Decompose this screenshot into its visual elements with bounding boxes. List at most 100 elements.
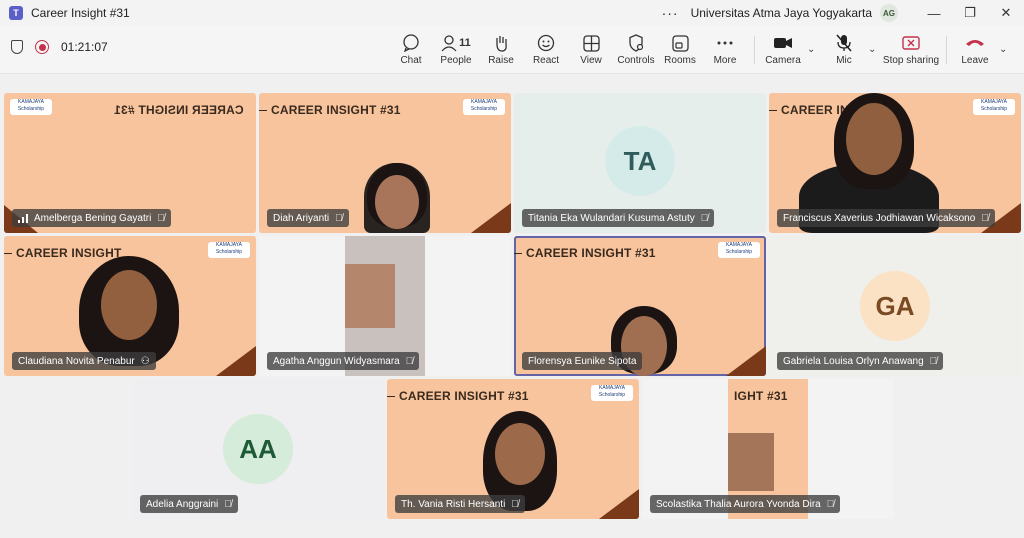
- banner-line: [514, 253, 522, 254]
- people-icon: [441, 35, 457, 52]
- participant-name: Florensya Eunike Sipota: [528, 355, 637, 367]
- react-button[interactable]: React: [523, 32, 569, 66]
- participant-tile[interactable]: GA Gabriela Louisa Orlyn Anawang 🎙̸: [769, 236, 1021, 376]
- mic-off-icon: 🎙̸: [981, 212, 989, 224]
- participant-name-chip: Titania Eka Wulandari Kusuma Astuty 🎙̸: [522, 209, 715, 227]
- mic-off-icon: 🎙̸: [405, 355, 414, 367]
- participant-name: Franciscus Xaverius Jodhiawan Wicaksono: [783, 212, 976, 224]
- banner-line: [387, 396, 395, 397]
- account-avatar[interactable]: AG: [880, 4, 898, 22]
- more-options-icon[interactable]: ···: [662, 5, 679, 21]
- leave-options-chevron-icon[interactable]: ⌄: [999, 44, 1007, 55]
- mic-label: Mic: [836, 55, 852, 66]
- participant-video: [364, 163, 430, 233]
- participant-avatar: AA: [223, 414, 293, 484]
- hang-up-icon: [965, 32, 985, 54]
- grid-icon: [582, 32, 600, 54]
- kamajaya-logo: KAMAJAYA Scholarship: [10, 99, 52, 115]
- career-insight-banner: CAREER INSIGHT #31: [114, 103, 244, 117]
- participant-tile[interactable]: AA Adelia Anggraini 🎙̸: [132, 379, 384, 519]
- kamajaya-logo: KAMAJAYA Scholarship: [973, 99, 1015, 115]
- window-title: Career Insight #31: [31, 6, 130, 20]
- chat-label: Chat: [400, 55, 422, 66]
- mic-options-chevron-icon[interactable]: ⌄: [868, 44, 876, 55]
- career-insight-banner: IGHT #31: [734, 389, 788, 403]
- camera-icon: [773, 32, 793, 54]
- raise-hand-button[interactable]: Raise: [478, 32, 524, 66]
- people-button[interactable]: 11 People: [433, 32, 479, 66]
- participant-name: Claudiana Novita Penabur: [18, 355, 135, 367]
- participant-tile-active-speaker[interactable]: CAREER INSIGHT #31 KAMAJAYA Scholarship F…: [514, 236, 766, 376]
- camera-button[interactable]: Camera: [760, 32, 806, 66]
- participant-name-chip: Franciscus Xaverius Jodhiawan Wicaksono …: [777, 209, 995, 227]
- mic-off-icon: 🎙̸: [335, 212, 343, 224]
- leave-button[interactable]: Leave: [952, 32, 998, 66]
- recording-icon[interactable]: [35, 40, 49, 54]
- participant-tile[interactable]: CAREER INSIGHT KAMAJAYA Scholarship Franc…: [769, 93, 1021, 233]
- camera-options-chevron-icon[interactable]: ⌄: [807, 44, 815, 55]
- chat-button[interactable]: Chat: [388, 32, 434, 66]
- participant-name: Th. Vania Risti Hersanti: [401, 498, 506, 510]
- banner-decoration: [216, 346, 256, 376]
- banner-decoration: [599, 489, 639, 519]
- mic-off-icon: 🎙̸: [826, 498, 835, 510]
- teams-icon: T: [9, 6, 23, 20]
- participant-tile[interactable]: TA Titania Eka Wulandari Kusuma Astuty 🎙…: [514, 93, 766, 233]
- participant-tile[interactable]: Agatha Anggun Widyasmara 🎙̸: [259, 236, 511, 376]
- mic-off-icon: 🎙̸: [511, 498, 519, 510]
- participant-name: Diah Ariyanti: [273, 212, 330, 224]
- participant-tile[interactable]: CAREER INSIGHT KAMAJAYA Scholarship Claud…: [4, 236, 256, 376]
- banner-line: [4, 253, 12, 254]
- participant-name: Amelberga Bening Gayatri: [34, 212, 152, 224]
- kamajaya-logo: KAMAJAYA Scholarship: [208, 242, 250, 258]
- participant-name-chip: Gabriela Louisa Orlyn Anawang 🎙̸: [777, 352, 944, 370]
- toolbar-divider-2: [946, 36, 947, 64]
- rooms-button[interactable]: Rooms: [657, 32, 703, 66]
- banner-decoration: [471, 203, 511, 233]
- people-label: People: [440, 55, 472, 66]
- meeting-toolbar: 01:21:07 Chat 11 People Raise React View: [0, 26, 1024, 74]
- banner-line: [259, 110, 267, 111]
- participant-name-chip: Florensya Eunike Sipota: [522, 352, 643, 370]
- participant-tile[interactable]: IGHT #31 Scolastika Thalia Aurora Yvonda…: [642, 379, 894, 519]
- close-button[interactable]: ✕: [988, 0, 1024, 26]
- restore-button[interactable]: ❐: [952, 0, 988, 26]
- chat-icon: [402, 32, 420, 54]
- mic-button[interactable]: Mic: [821, 32, 867, 66]
- view-button[interactable]: View: [568, 32, 614, 66]
- leave-label: Leave: [961, 55, 989, 66]
- more-button[interactable]: More: [702, 32, 748, 66]
- toolbar-divider: [754, 36, 755, 64]
- participant-tile[interactable]: CAREER INSIGHT #31 KAMAJAYA Scholarship D…: [259, 93, 511, 233]
- participant-tile[interactable]: CAREER INSIGHT #31 KAMAJAYA Scholarship T…: [387, 379, 639, 519]
- mic-off-icon: 🎙̸: [929, 355, 938, 367]
- stop-sharing-label: Stop sharing: [882, 55, 940, 66]
- career-insight-banner: CAREER INSIGHT #31: [271, 103, 401, 117]
- participant-tile[interactable]: CAREER INSIGHT #31 KAMAJAYA Scholarship A…: [4, 93, 256, 233]
- shield-icon[interactable]: [11, 40, 23, 54]
- rooms-icon: [671, 32, 689, 54]
- mic-off-icon: 🎙̸: [157, 212, 165, 224]
- participant-name-chip: Th. Vania Risti Hersanti 🎙̸: [395, 495, 525, 513]
- banner-decoration: [726, 346, 766, 376]
- mic-off-icon: [836, 32, 852, 54]
- kamajaya-logo: KAMAJAYA Scholarship: [591, 385, 633, 401]
- participant-avatar: TA: [605, 126, 675, 196]
- participant-name-chip: Adelia Anggraini 🎙̸: [140, 495, 238, 513]
- participant-name-chip: Amelberga Bening Gayatri 🎙̸: [12, 209, 171, 227]
- title-bar: T Career Insight #31 ··· Universitas Atm…: [0, 0, 1024, 26]
- presenter-icon: ⚇: [140, 355, 150, 367]
- kamajaya-logo: KAMAJAYA Scholarship: [463, 99, 505, 115]
- career-insight-banner: CAREER INSIGHT #31: [526, 246, 656, 260]
- controls-button[interactable]: Controls: [613, 32, 659, 66]
- rooms-label: Rooms: [664, 55, 696, 66]
- camera-label: Camera: [765, 55, 801, 66]
- stop-sharing-button[interactable]: Stop sharing: [882, 32, 940, 66]
- view-label: View: [580, 55, 602, 66]
- participant-name: Agatha Anggun Widyasmara: [273, 355, 400, 367]
- participant-name: Scolastika Thalia Aurora Yvonda Dira: [656, 498, 821, 510]
- participant-name-chip: Diah Ariyanti 🎙̸: [267, 209, 349, 227]
- meeting-timer: 01:21:07: [61, 40, 108, 54]
- minimize-button[interactable]: —: [916, 0, 952, 26]
- mic-off-icon: 🎙̸: [700, 212, 709, 224]
